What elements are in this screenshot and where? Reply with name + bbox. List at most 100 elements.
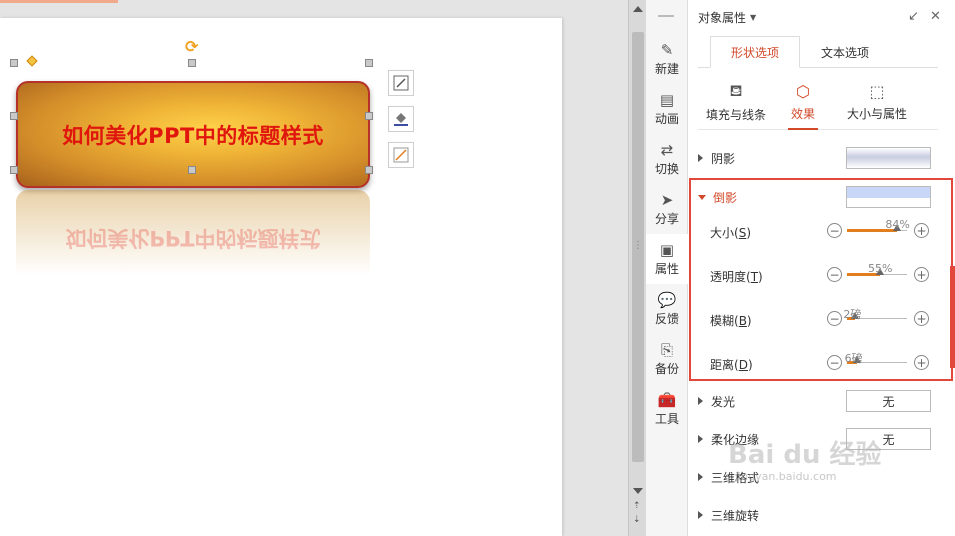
rail-item-new[interactable]: ✎ 新建 bbox=[646, 34, 688, 84]
resize-handle-br[interactable] bbox=[365, 166, 373, 174]
animation-icon: ▤ bbox=[659, 90, 675, 109]
shape-outline-button[interactable] bbox=[388, 70, 414, 96]
rail-item-backup[interactable]: ⎘ 备份 bbox=[646, 334, 688, 384]
feedback-icon: 💬 bbox=[657, 290, 677, 309]
increase-icon[interactable]: + bbox=[914, 355, 929, 370]
resize-handle-r[interactable] bbox=[365, 112, 373, 120]
transition-icon: ⇄ bbox=[660, 140, 674, 159]
tab-text-options[interactable]: 文本选项 bbox=[800, 36, 890, 68]
slider-label: 模糊(B) bbox=[710, 314, 752, 328]
rail-item-share[interactable]: ➤ 分享 bbox=[646, 184, 688, 234]
top-accent-bar bbox=[0, 0, 118, 3]
rotate3d-section-header[interactable]: 三维旋转 bbox=[698, 503, 938, 527]
expand-arrow-icon[interactable] bbox=[698, 473, 703, 481]
backup-icon: ⎘ bbox=[660, 340, 673, 359]
rotate-handle-icon[interactable]: ⟳ bbox=[185, 37, 198, 56]
expand-arrow-icon[interactable] bbox=[698, 435, 703, 443]
resize-handle-tl[interactable] bbox=[10, 59, 18, 67]
reflection-slider-row: 模糊(B) −2磅 + bbox=[710, 303, 935, 333]
slide-canvas[interactable]: 如何美化PPT中的标题样式 如何美化PPT中的标题样式 bbox=[0, 18, 562, 536]
dock-icon[interactable]: ↙ bbox=[908, 9, 919, 24]
side-tool-rail: ✎ 新建 ▤ 动画 ⇄ 切换 ➤ 分享 ▣ 属性 💬 反馈 ⎘ 备份 🧰 工具 bbox=[646, 0, 688, 536]
rail-item-label: 切换 bbox=[654, 161, 679, 176]
rail-item-label: 备份 bbox=[654, 361, 679, 376]
expand-arrow-icon[interactable] bbox=[698, 397, 703, 405]
pane-subtabs: ⛾ 填充与线条 ⬡ 效果 ⬚ 大小与属性 bbox=[698, 74, 938, 130]
glow-label: 发光 bbox=[711, 394, 736, 409]
decrease-icon[interactable]: − bbox=[827, 311, 842, 326]
glow-dropdown[interactable]: 无 bbox=[846, 390, 931, 412]
slider-track[interactable]: 6磅 bbox=[845, 352, 907, 365]
rail-item-feedback[interactable]: 💬 反馈 bbox=[646, 284, 688, 334]
subtab-effects[interactable]: ⬡ 效果 bbox=[788, 74, 818, 130]
decrease-icon[interactable]: − bbox=[827, 223, 842, 238]
pane-header: 对象属性 ▼ ↙ ✕ bbox=[688, 0, 955, 34]
rail-item-properties[interactable]: ▣ 属性 bbox=[646, 234, 688, 284]
splitter-grip-icon[interactable]: ⋮ bbox=[633, 240, 643, 251]
line-style-button[interactable] bbox=[388, 142, 414, 168]
slider-value: 2磅 bbox=[843, 308, 862, 321]
rail-item-transition[interactable]: ⇄ 切换 bbox=[646, 134, 688, 184]
resize-handle-bl[interactable] bbox=[10, 166, 18, 174]
slider-label: 透明度(T) bbox=[710, 270, 763, 284]
slider-value: 84% bbox=[885, 218, 910, 231]
floating-toolbar bbox=[388, 70, 414, 168]
glow-section-header[interactable]: 发光 无 bbox=[698, 389, 938, 413]
share-icon: ➤ bbox=[660, 190, 674, 209]
rotate3d-label: 三维旋转 bbox=[711, 508, 760, 523]
paint-bucket-icon: ⛾ bbox=[729, 81, 743, 100]
decrease-icon[interactable]: − bbox=[827, 267, 842, 282]
title-shape-text[interactable]: 如何美化PPT中的标题样式 bbox=[62, 120, 324, 150]
rail-item-label: 分享 bbox=[654, 211, 679, 226]
resize-handle-tr[interactable] bbox=[365, 59, 373, 67]
shadow-preset-dropdown[interactable] bbox=[846, 147, 931, 169]
slider-value: 55% bbox=[868, 262, 893, 275]
vertical-scrollbar[interactable]: ⇡ ⇣ bbox=[628, 0, 646, 536]
increase-icon[interactable]: + bbox=[914, 311, 929, 326]
rail-item-label: 属性 bbox=[654, 261, 679, 276]
rail-grip[interactable] bbox=[658, 15, 674, 17]
shadow-section-header[interactable]: 阴影 bbox=[698, 146, 938, 170]
slider-label: 大小(S) bbox=[710, 226, 751, 240]
size-frame-icon: ⬚ bbox=[869, 82, 885, 101]
scroll-up-icon[interactable] bbox=[633, 6, 643, 12]
slider-track[interactable]: 2磅 bbox=[843, 308, 907, 321]
pane-title-caret-icon[interactable]: ▼ bbox=[750, 13, 756, 22]
annotation-side-marker bbox=[950, 266, 955, 368]
expand-arrow-icon[interactable] bbox=[698, 511, 703, 519]
expand-arrow-icon[interactable] bbox=[698, 154, 703, 162]
reflection-slider-row: 透明度(T) − 55% + bbox=[710, 259, 935, 289]
close-icon[interactable]: ✕ bbox=[930, 9, 941, 24]
rail-item-label: 动画 bbox=[654, 111, 679, 126]
slider-track[interactable]: 55% bbox=[847, 262, 907, 276]
subtab-label: 填充与线条 bbox=[705, 108, 766, 122]
increase-icon[interactable]: + bbox=[914, 223, 929, 238]
fill-bucket-button[interactable] bbox=[388, 106, 414, 132]
tab-shape-options[interactable]: 形状选项 bbox=[710, 36, 800, 68]
rail-item-tools[interactable]: 🧰 工具 bbox=[646, 384, 688, 434]
prev-page-icon[interactable]: ⇡ bbox=[633, 502, 641, 511]
increase-icon[interactable]: + bbox=[914, 267, 929, 282]
subtab-size-properties[interactable]: ⬚ 大小与属性 bbox=[838, 74, 916, 130]
cube-icon: ⬡ bbox=[796, 82, 810, 101]
slider-track[interactable]: 84% bbox=[847, 218, 910, 232]
slider-value: 6磅 bbox=[844, 352, 863, 365]
watermark-url: jingyan.baidu.com bbox=[735, 470, 837, 483]
reflection-slider-row: 大小(S) − 84% + bbox=[710, 215, 935, 245]
slide-editor-area: 如何美化PPT中的标题样式 如何美化PPT中的标题样式 ⟳ bbox=[0, 0, 628, 536]
resize-handle-t[interactable] bbox=[188, 59, 196, 67]
line-style-icon bbox=[393, 147, 409, 163]
decrease-icon[interactable]: − bbox=[827, 355, 842, 370]
resize-handle-b[interactable] bbox=[188, 166, 196, 174]
toolbox-icon: 🧰 bbox=[657, 390, 677, 409]
new-doc-icon: ✎ bbox=[660, 40, 674, 59]
shadow-label: 阴影 bbox=[711, 151, 736, 166]
resize-handle-l[interactable] bbox=[10, 112, 18, 120]
pane-title[interactable]: 对象属性 bbox=[698, 9, 746, 26]
subtab-fill-line[interactable]: ⛾ 填充与线条 bbox=[702, 74, 770, 130]
subtab-label: 大小与属性 bbox=[846, 107, 907, 121]
rail-item-animation[interactable]: ▤ 动画 bbox=[646, 84, 688, 134]
scroll-down-icon[interactable] bbox=[633, 488, 643, 494]
next-page-icon[interactable]: ⇣ bbox=[633, 516, 641, 525]
pane-tabs: 形状选项 文本选项 bbox=[698, 36, 938, 68]
